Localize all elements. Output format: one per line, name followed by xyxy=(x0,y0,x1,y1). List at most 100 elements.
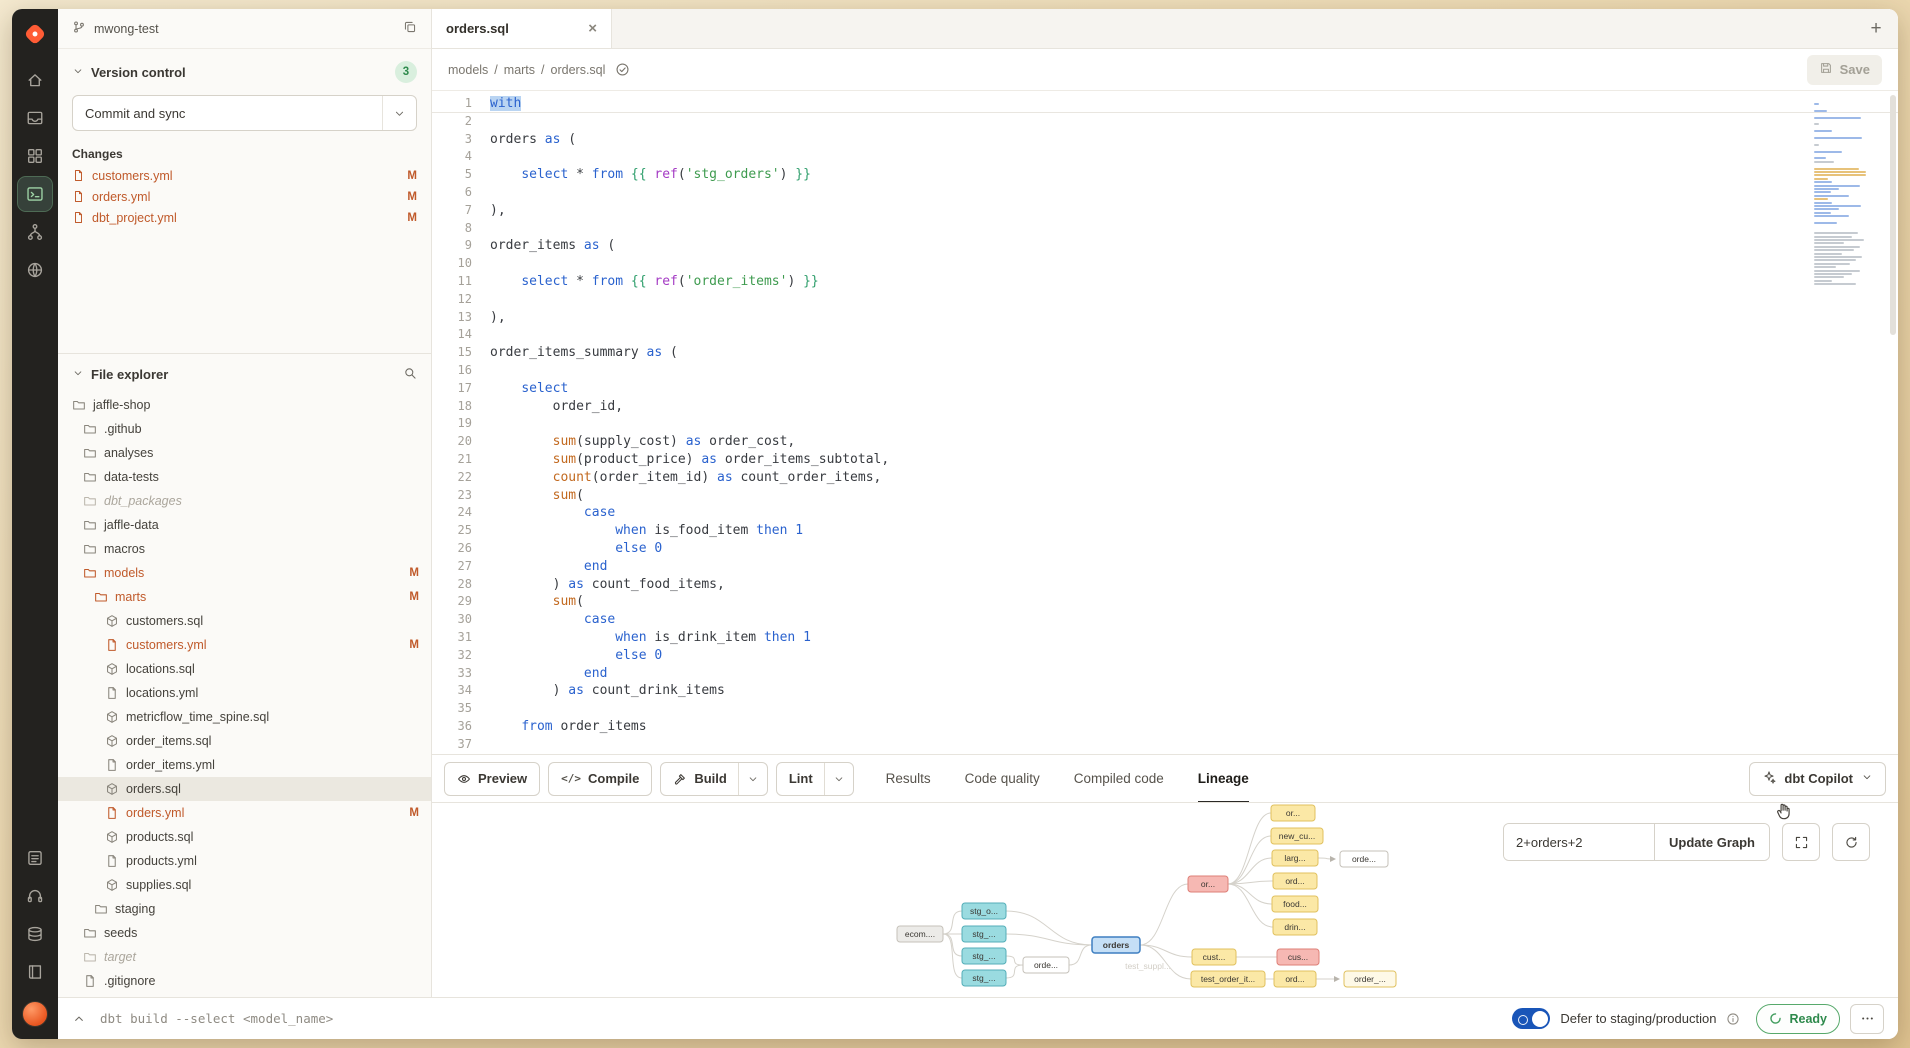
code-line-30[interactable]: 30 case xyxy=(432,611,1898,629)
tree-file-products-sql[interactable]: products.sql xyxy=(58,825,431,849)
code-line-6[interactable]: 6 xyxy=(432,184,1898,202)
tree-file-customers-sql[interactable]: customers.sql xyxy=(58,609,431,633)
tree-file-gitignore[interactable]: .gitignore xyxy=(58,969,431,993)
code-line-36[interactable]: 36 from order_items xyxy=(432,718,1898,736)
commit-and-sync-button[interactable]: Commit and sync xyxy=(72,95,417,131)
breadcrumb-item[interactable]: models xyxy=(448,63,488,77)
lineage-node-larg[interactable]: larg... xyxy=(1272,850,1318,866)
code-line-33[interactable]: 33 end xyxy=(432,665,1898,683)
lineage-node-ord_2[interactable]: ord... xyxy=(1274,971,1316,987)
tab-results[interactable]: Results xyxy=(886,755,931,802)
code-line-27[interactable]: 27 end xyxy=(432,558,1898,576)
tree-file-order-items-sql[interactable]: order_items.sql xyxy=(58,729,431,753)
user-avatar[interactable] xyxy=(22,1001,48,1027)
code-line-12[interactable]: 12 xyxy=(432,291,1898,309)
tree-folder-staging[interactable]: staging xyxy=(58,897,431,921)
tree-file-locations-sql[interactable]: locations.sql xyxy=(58,657,431,681)
lineage-node-stg_2[interactable]: stg_... xyxy=(962,948,1006,964)
code-line-9[interactable]: 9order_items as ( xyxy=(432,237,1898,255)
tree-folder-data-tests[interactable]: data-tests xyxy=(58,465,431,489)
tree-folder-dbt-packages[interactable]: dbt_packages xyxy=(58,489,431,513)
lineage-node-or_p[interactable]: or... xyxy=(1188,876,1228,892)
changed-file-orders-yml[interactable]: orders.ymlM xyxy=(58,186,431,207)
compile-button[interactable]: </>Compile xyxy=(548,762,652,796)
lineage-node-orders[interactable]: orders xyxy=(1092,937,1140,953)
preview-button[interactable]: Preview xyxy=(444,762,540,796)
code-line-32[interactable]: 32 else 0 xyxy=(432,647,1898,665)
nav-checklist[interactable] xyxy=(18,841,52,875)
tab-orders-sql[interactable]: orders.sql × xyxy=(432,9,612,48)
code-line-34[interactable]: 34 ) as count_drink_items xyxy=(432,682,1898,700)
refresh-graph-button[interactable] xyxy=(1832,823,1870,861)
nav-inbox[interactable] xyxy=(18,101,52,135)
lineage-selector-input[interactable] xyxy=(1504,824,1654,860)
copy-branch-icon[interactable] xyxy=(403,20,417,34)
tree-file-supplies-sql[interactable]: supplies.sql xyxy=(58,873,431,897)
changed-file-dbt-project-yml[interactable]: dbt_project.ymlM xyxy=(58,207,431,228)
nav-stack[interactable] xyxy=(18,917,52,951)
code-line-29[interactable]: 29 sum( xyxy=(432,593,1898,611)
tree-file-orders-sql[interactable]: orders.sql xyxy=(58,777,431,801)
tree-folder-models[interactable]: modelsM xyxy=(58,561,431,585)
tree-folder-analyses[interactable]: analyses xyxy=(58,441,431,465)
code-line-10[interactable]: 10 xyxy=(432,255,1898,273)
tab-compiled-code[interactable]: Compiled code xyxy=(1074,755,1164,802)
save-button[interactable]: Save xyxy=(1807,55,1882,85)
lineage-node-cust[interactable]: cust... xyxy=(1192,949,1236,965)
code-line-1[interactable]: 1with xyxy=(432,95,1898,113)
tree-file-customers-yml[interactable]: customers.ymlM xyxy=(58,633,431,657)
dbt-logo[interactable] xyxy=(20,19,50,49)
nav-globe[interactable] xyxy=(18,253,52,287)
defer-toggle[interactable] xyxy=(1512,1008,1550,1029)
code-line-28[interactable]: 28 ) as count_food_items, xyxy=(432,576,1898,594)
editor-scrollbar[interactable] xyxy=(1888,91,1898,754)
close-tab-icon[interactable]: × xyxy=(588,21,597,36)
code-line-14[interactable]: 14 xyxy=(432,326,1898,344)
code-line-5[interactable]: 5 select * from {{ ref('stg_orders') }} xyxy=(432,166,1898,184)
tree-folder-github[interactable]: .github xyxy=(58,417,431,441)
breadcrumb-item[interactable]: marts xyxy=(504,63,535,77)
code-line-16[interactable]: 16 xyxy=(432,362,1898,380)
code-line-21[interactable]: 21 sum(product_price) as order_items_sub… xyxy=(432,451,1898,469)
nav-home[interactable] xyxy=(18,63,52,97)
more-options-button[interactable] xyxy=(1850,1004,1884,1034)
code-line-23[interactable]: 23 sum( xyxy=(432,487,1898,505)
code-line-17[interactable]: 17 select xyxy=(432,380,1898,398)
info-icon[interactable] xyxy=(1726,1012,1740,1026)
lineage-node-order_out[interactable]: order_... xyxy=(1344,971,1396,987)
code-line-8[interactable]: 8 xyxy=(432,220,1898,238)
fullscreen-button[interactable] xyxy=(1782,823,1820,861)
changed-file-customers-yml[interactable]: customers.ymlM xyxy=(58,165,431,186)
lineage-node-drin[interactable]: drin... xyxy=(1273,919,1317,935)
file-explorer-header[interactable]: File explorer xyxy=(58,354,431,391)
new-tab-button[interactable]: + xyxy=(1854,9,1898,48)
lineage-node-ecom[interactable]: ecom.... xyxy=(897,926,943,942)
tree-folder-marts[interactable]: martsM xyxy=(58,585,431,609)
tree-folder-seeds[interactable]: seeds xyxy=(58,921,431,945)
tree-file-order-items-yml[interactable]: order_items.yml xyxy=(58,753,431,777)
search-icon[interactable] xyxy=(403,366,417,383)
nav-headset[interactable] xyxy=(18,879,52,913)
code-line-15[interactable]: 15order_items_summary as ( xyxy=(432,344,1898,362)
lint-button[interactable]: Lint xyxy=(776,762,854,796)
tab-code-quality[interactable]: Code quality xyxy=(965,755,1040,802)
nav-book[interactable] xyxy=(18,955,52,989)
code-line-13[interactable]: 13), xyxy=(432,309,1898,327)
tree-file-locations-yml[interactable]: locations.yml xyxy=(58,681,431,705)
file-sync-icon[interactable] xyxy=(615,62,630,77)
commit-dropdown-icon[interactable] xyxy=(382,96,416,130)
tab-lineage[interactable]: Lineage xyxy=(1198,755,1249,802)
nav-git-fork[interactable] xyxy=(18,215,52,249)
copy-branch-icon[interactable] xyxy=(403,20,417,37)
minimap[interactable] xyxy=(1814,103,1872,298)
branch-selector[interactable]: mwong-test xyxy=(58,9,431,49)
code-line-22[interactable]: 22 count(order_item_id) as count_order_i… xyxy=(432,469,1898,487)
update-graph-button[interactable]: Update Graph xyxy=(1654,824,1769,860)
tree-file-orders-yml[interactable]: orders.ymlM xyxy=(58,801,431,825)
tree-folder-jaffle-shop[interactable]: jaffle-shop xyxy=(58,393,431,417)
dbt-copilot-button[interactable]: dbt Copilot xyxy=(1749,762,1886,796)
code-line-26[interactable]: 26 else 0 xyxy=(432,540,1898,558)
expand-panel-button[interactable] xyxy=(72,1012,86,1026)
info-icon[interactable] xyxy=(1726,1012,1740,1026)
code-line-2[interactable]: 2 xyxy=(432,113,1898,131)
